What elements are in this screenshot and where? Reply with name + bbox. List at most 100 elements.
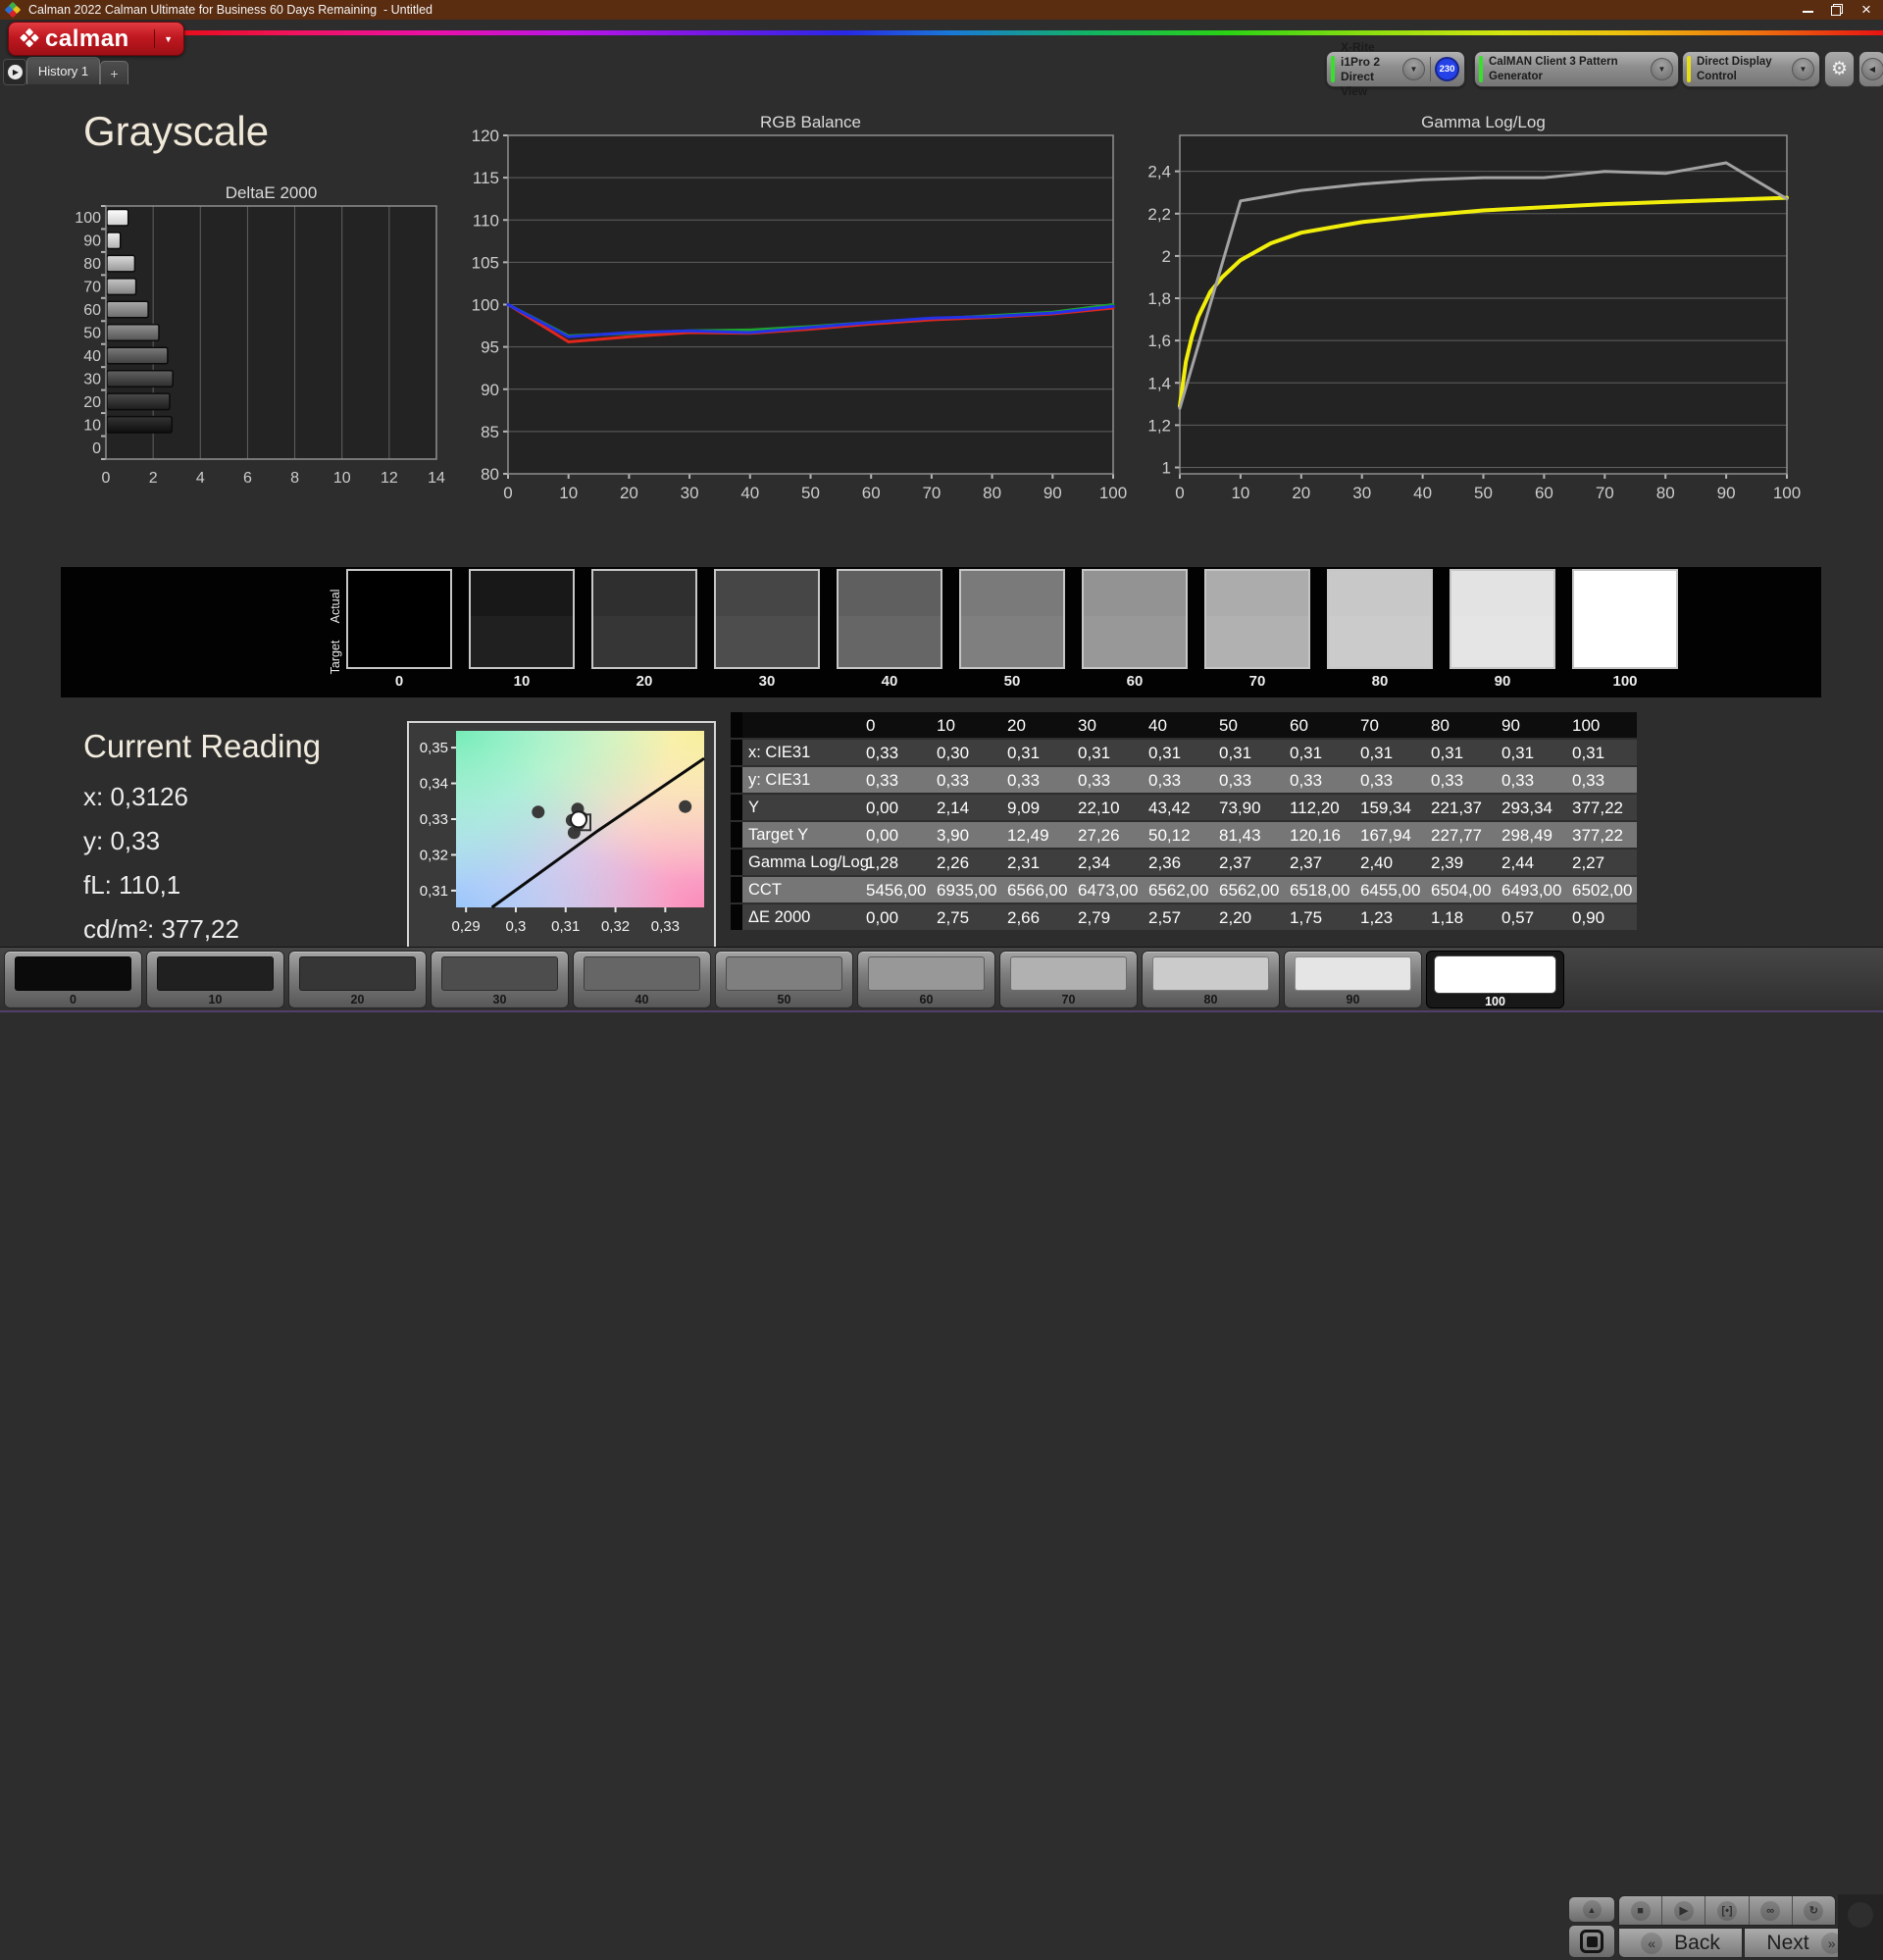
pattern-button-50[interactable]: 50 <box>715 951 853 1008</box>
table-cell: 2,40 <box>1354 850 1425 875</box>
table-cell: 2,66 <box>1001 904 1072 930</box>
table-cell: 0,33 <box>1213 767 1284 793</box>
display-control-label: Direct Display Control <box>1697 55 1792 83</box>
window-title: Calman 2022 Calman Ultimate for Business… <box>28 3 433 17</box>
minimize-button[interactable] <box>1793 0 1822 20</box>
tab-history-1[interactable]: History 1 <box>26 57 100 84</box>
table-cell: 6455,00 <box>1354 877 1425 903</box>
table-cell: 2,20 <box>1213 904 1284 930</box>
table-cell: 12,49 <box>1001 822 1072 848</box>
svg-text:20: 20 <box>83 394 101 411</box>
table-row-label: ΔE 2000 <box>742 904 860 930</box>
svg-text:14: 14 <box>428 470 445 487</box>
table-cell: 377,22 <box>1566 822 1637 848</box>
play-icon: ▶ <box>1674 1901 1694 1921</box>
chevron-down-icon[interactable]: ▼ <box>1792 58 1814 80</box>
display-control-dropdown[interactable]: Direct Display Control ▼ <box>1682 51 1820 87</box>
pattern-button-100[interactable]: 100 <box>1426 951 1564 1008</box>
settings-button[interactable]: ⚙ <box>1824 51 1855 87</box>
table-cell: 1,75 <box>1284 904 1354 930</box>
table-col-header: 10 <box>931 712 1001 738</box>
close-button[interactable]: × <box>1852 0 1881 20</box>
swatch-100: 100 <box>1572 569 1678 669</box>
bottom-bar: 0102030405060708090100 ▲ ■▶[•]∞↻ « Back … <box>0 947 1883 1012</box>
pattern-button-10[interactable]: 10 <box>146 951 284 1008</box>
svg-text:40: 40 <box>1413 484 1432 502</box>
drawer-up-button[interactable]: ▲ <box>1568 1896 1615 1923</box>
table-cell: 298,49 <box>1496 822 1566 848</box>
table-cell: 6566,00 <box>1001 877 1072 903</box>
chevron-down-icon[interactable]: ▼ <box>1651 58 1673 80</box>
calman-menu-button[interactable]: calman ▼ <box>8 22 184 56</box>
svg-text:0,33: 0,33 <box>420 811 448 828</box>
table-row-label: Gamma Log/Log <box>742 850 860 875</box>
meter-dropdown[interactable]: X-Rite i1Pro 2 Direct View ▼ 230 <box>1326 51 1465 87</box>
restore-button[interactable] <box>1822 0 1852 20</box>
pattern-window-button[interactable] <box>1568 1925 1615 1958</box>
table-cell: 120,16 <box>1284 822 1354 848</box>
gear-icon: ⚙ <box>1831 58 1848 80</box>
generator-status <box>1479 56 1483 82</box>
svg-text:12: 12 <box>381 470 398 487</box>
continuous-button[interactable]: ∞ <box>1750 1896 1793 1925</box>
table-cell: 22,10 <box>1072 795 1143 820</box>
actual-row-label: Actual <box>329 577 342 636</box>
svg-text:8: 8 <box>290 470 299 487</box>
table-cell: 3,90 <box>931 822 1001 848</box>
chevron-right-icon: ▶ <box>13 68 19 77</box>
history-expander-button[interactable]: ▶ <box>3 59 26 85</box>
pattern-button-0[interactable]: 0 <box>4 951 142 1008</box>
table-cell: 0,33 <box>860 740 931 765</box>
svg-text:110: 110 <box>473 211 499 230</box>
swatch-10: 10 <box>469 569 575 669</box>
table-row: Target Y0,003,9012,4927,2650,1281,43120,… <box>731 822 1637 848</box>
svg-text:50: 50 <box>801 484 820 502</box>
swatch-90: 90 <box>1450 569 1555 669</box>
table-row-label: Y <box>742 795 860 820</box>
display-control-status <box>1687 56 1691 82</box>
chevron-down-icon[interactable]: ▼ <box>1402 58 1425 80</box>
svg-text:1,2: 1,2 <box>1147 416 1171 435</box>
stop-button[interactable]: ■ <box>1619 1896 1662 1925</box>
svg-text:105: 105 <box>472 253 499 272</box>
collapse-toolbar-button[interactable]: ◀ <box>1858 51 1883 87</box>
chevron-up-icon: ▲ <box>1583 1900 1602 1919</box>
tab-add[interactable]: + <box>100 61 128 84</box>
swatch-30: 30 <box>714 569 820 669</box>
reading-y: y: 0,33 <box>83 826 321 856</box>
grayscale-table: 0102030405060708090100x: CIE310,330,300,… <box>731 712 1637 932</box>
table-cell: 0,33 <box>1072 767 1143 793</box>
table-cell: 9,09 <box>1001 795 1072 820</box>
svg-text:95: 95 <box>481 338 499 357</box>
table-cell: 0,31 <box>1284 740 1354 765</box>
pattern-button-20[interactable]: 20 <box>288 951 427 1008</box>
swatch-50: 50 <box>959 569 1065 669</box>
pattern-button-40[interactable]: 40 <box>573 951 711 1008</box>
pattern-button-80[interactable]: 80 <box>1142 951 1280 1008</box>
transport-bar: ■ ▶ [•]∞↻ <box>1618 1895 1836 1926</box>
minimize-icon <box>1803 11 1813 13</box>
table-cell: 0,33 <box>1143 767 1213 793</box>
divider <box>154 29 155 49</box>
svg-text:0: 0 <box>503 484 512 502</box>
table-cell: 0,33 <box>1566 767 1637 793</box>
svg-text:RGB Balance: RGB Balance <box>760 113 861 131</box>
svg-text:1,4: 1,4 <box>1147 374 1171 392</box>
pattern-generator-dropdown[interactable]: CalMAN Client 3 Pattern Generator ▼ <box>1474 51 1679 87</box>
pattern-button-90[interactable]: 90 <box>1284 951 1422 1008</box>
refresh-button[interactable]: ↻ <box>1793 1896 1835 1925</box>
pattern-button-30[interactable]: 30 <box>431 951 569 1008</box>
pattern-button-60[interactable]: 60 <box>857 951 995 1008</box>
measure-button[interactable]: [•] <box>1705 1896 1749 1925</box>
svg-text:30: 30 <box>681 484 699 502</box>
current-reading-lines: x: 0,3126y: 0,33fL: 110,1cd/m²: 377,22 <box>83 782 321 945</box>
meter-status <box>1331 56 1335 82</box>
play-button[interactable]: ▶ <box>1662 1896 1705 1925</box>
back-button[interactable]: « Back <box>1618 1928 1743 1958</box>
table-cell: 2,37 <box>1213 850 1284 875</box>
pattern-button-70[interactable]: 70 <box>999 951 1138 1008</box>
table-col-header: 50 <box>1213 712 1284 738</box>
table-col-header: 20 <box>1001 712 1072 738</box>
table-col-header: 80 <box>1425 712 1496 738</box>
svg-text:0,33: 0,33 <box>651 918 680 935</box>
